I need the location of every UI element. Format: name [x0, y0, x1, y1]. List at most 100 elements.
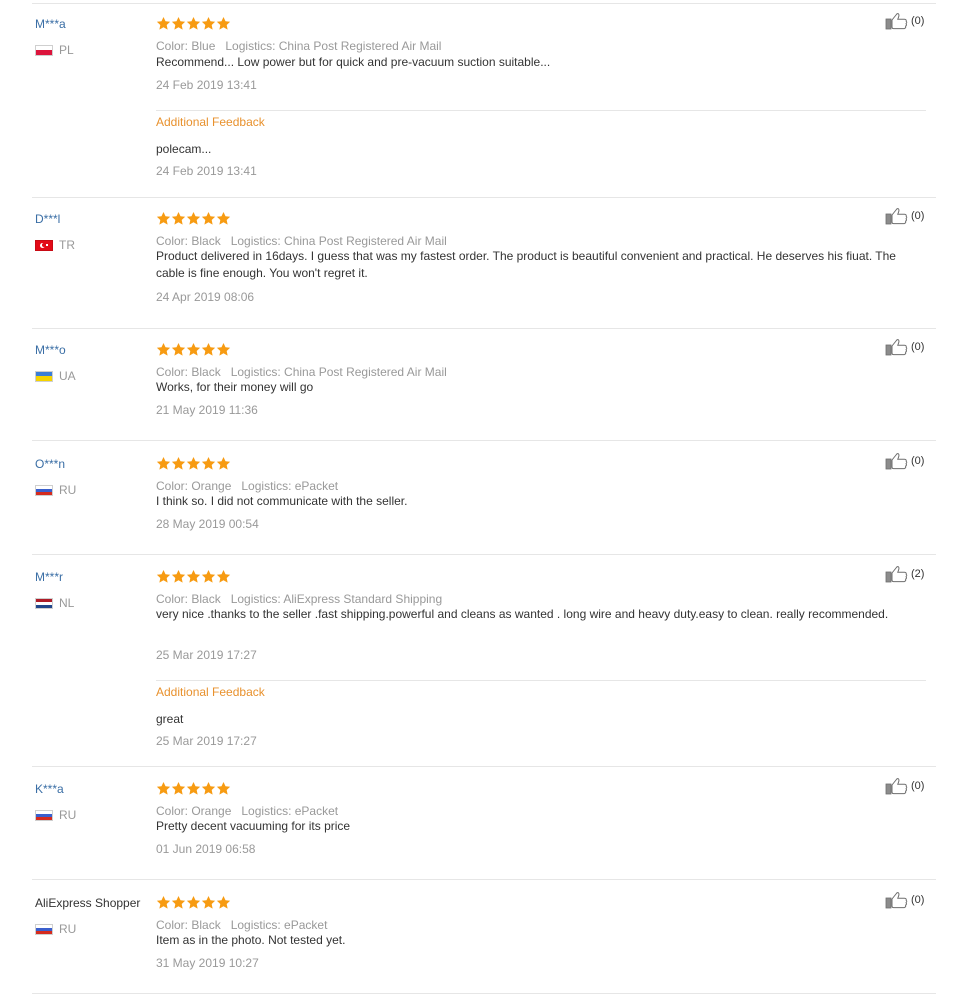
star-icon [186, 16, 201, 30]
star-icon [201, 781, 216, 795]
thumbs-up-icon [885, 13, 908, 30]
country-code: RU [59, 922, 77, 936]
review-item: M***r NL Color: Black Logistics: AliExpress… [32, 566, 936, 767]
reviewer-name[interactable]: M***r [35, 570, 63, 584]
additional-feedback-label: Additional Feedback [156, 685, 265, 699]
review-item: AliExpress Shopper RU Color: Black Logistic… [32, 892, 936, 994]
country-code: UA [59, 369, 76, 383]
star-icon [216, 342, 231, 356]
review-item: M***a PL Color: Blue Logistics: China Post … [32, 13, 936, 198]
product-color: Color: Black [156, 592, 221, 606]
additional-feedback-text: great [156, 712, 184, 726]
review-date: 24 Feb 2019 13:41 [156, 78, 257, 92]
logistics-method: Logistics: China Post Registered Air Mai… [230, 234, 447, 248]
star-icon [156, 781, 171, 795]
star-icon [156, 342, 171, 356]
star-icon [171, 781, 186, 795]
reviewer-name[interactable]: D***l [35, 212, 60, 226]
reviewer-name[interactable]: O***n [35, 457, 65, 471]
star-icon [216, 781, 231, 795]
order-info: Color: Orange Logistics: ePacket [156, 479, 338, 493]
review-date: 25 Mar 2019 17:27 [156, 648, 257, 662]
review-date: 28 May 2019 00:54 [156, 517, 259, 531]
star-icon [201, 16, 216, 30]
reviewer-country: NL [35, 596, 74, 610]
country-flag-icon [35, 484, 53, 496]
review-date: 01 Jun 2019 06:58 [156, 842, 256, 856]
review-divider [32, 879, 936, 880]
product-color: Color: Orange [156, 804, 232, 818]
thumbs-up-icon [885, 892, 908, 909]
reviewer-name[interactable]: K***a [35, 782, 64, 796]
review-divider [32, 766, 936, 767]
helpful-button[interactable]: (0) [885, 207, 924, 225]
reviewer-name: AliExpress Shopper [35, 896, 141, 910]
thumbs-up-icon [885, 778, 908, 795]
thumbs-up-icon [885, 453, 908, 470]
country-code: NL [59, 596, 75, 610]
review-item: K***a RU Color: Orange Logistics: ePacket Pr… [32, 778, 936, 880]
star-icon [186, 211, 201, 225]
star-rating [156, 895, 231, 911]
order-info: Color: Black Logistics: China Post Regist… [156, 365, 447, 379]
star-icon [186, 781, 201, 795]
helpful-button[interactable]: (2) [885, 565, 924, 583]
star-icon [156, 211, 171, 225]
star-icon [171, 342, 186, 356]
reviewer-country: TR [35, 238, 75, 252]
review-divider [32, 197, 936, 198]
review-text: Recommend... Low power but for quick and… [156, 55, 551, 69]
reviewer-country: PL [35, 43, 74, 57]
product-color: Color: Black [156, 365, 221, 379]
reviewer-name[interactable]: M***a [35, 17, 66, 31]
star-icon [216, 456, 231, 470]
star-rating [156, 211, 231, 227]
additional-feedback-date: 24 Feb 2019 13:41 [156, 164, 257, 178]
helpful-button[interactable]: (0) [885, 777, 924, 795]
thumbs-up-icon [885, 566, 908, 583]
star-rating [156, 781, 231, 797]
helpful-button[interactable]: (0) [885, 12, 924, 30]
helpful-count: (0) [911, 780, 925, 792]
review-date: 31 May 2019 10:27 [156, 956, 259, 970]
reviewer-country: RU [35, 808, 76, 822]
additional-feedback-divider [156, 680, 926, 681]
review-date: 21 May 2019 11:36 [156, 403, 258, 417]
helpful-count: (2) [911, 568, 925, 580]
helpful-button[interactable]: (0) [885, 452, 924, 470]
star-icon [171, 456, 186, 470]
reviewer-country: RU [35, 483, 76, 497]
helpful-button[interactable]: (0) [885, 891, 924, 909]
country-code: TR [59, 238, 75, 252]
reviewer-country: UA [35, 369, 76, 383]
product-color: Color: Black [156, 918, 221, 932]
star-icon [201, 342, 216, 356]
review-text: very nice .thanks to the seller .fast sh… [156, 607, 889, 621]
helpful-button[interactable]: (0) [885, 338, 924, 356]
country-flag-icon [35, 239, 53, 251]
additional-feedback-divider [156, 110, 926, 111]
product-color: Color: Blue [156, 39, 216, 53]
star-icon [201, 456, 216, 470]
star-rating [156, 569, 231, 585]
review-item: O***n RU Color: Orange Logistics: ePacket I … [32, 453, 936, 555]
reviewer-name[interactable]: M***o [35, 343, 66, 357]
star-icon [201, 895, 216, 909]
additional-feedback-date: 25 Mar 2019 17:27 [156, 734, 257, 748]
logistics-method: Logistics: ePacket [230, 918, 328, 932]
star-icon [216, 895, 231, 909]
country-flag-icon [35, 923, 53, 935]
review-text: Pretty decent vacuuming for its price [156, 819, 351, 833]
review-text: Product delivered in 16days. I guess tha… [156, 249, 896, 280]
country-code: RU [59, 483, 77, 497]
country-flag-icon [35, 809, 53, 821]
review-divider [32, 554, 936, 555]
star-icon [171, 895, 186, 909]
star-icon [156, 456, 171, 470]
order-info: Color: Orange Logistics: ePacket [156, 804, 338, 818]
reviewer-country: RU [35, 922, 76, 936]
star-icon [216, 569, 231, 583]
review-text: Item as in the photo. Not tested yet. [156, 933, 346, 947]
review-divider [32, 993, 936, 994]
star-rating [156, 456, 231, 472]
